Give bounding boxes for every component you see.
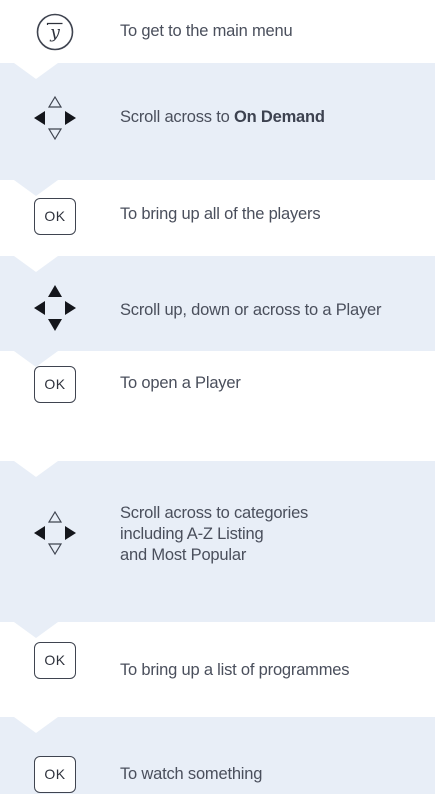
step-2-icon-cell — [0, 86, 110, 149]
ok-button-icon: OK — [34, 365, 76, 403]
step-1: y To get to the main menu — [0, 0, 435, 63]
step-4-icon-cell — [0, 283, 110, 333]
step-2-text-prefix: Scroll across to — [120, 108, 234, 126]
step-6-line-2: including A-Z Listing — [120, 525, 264, 543]
instruction-steps: y To get to the main menu Scroll across … — [0, 0, 435, 794]
step-8-text: To watch something — [120, 765, 263, 783]
dpad-all-icon — [34, 285, 76, 331]
step-4-notch — [14, 256, 58, 272]
step-8: OK To watch something — [0, 717, 435, 794]
step-6-line-3: and Most Popular — [120, 546, 247, 564]
step-8-icon-cell: OK — [0, 754, 110, 794]
step-6-notch — [14, 461, 58, 477]
step-3-icon-cell: OK — [0, 196, 110, 236]
step-7-icon-cell: OK — [0, 640, 110, 680]
step-3-notch — [14, 180, 58, 196]
step-3: OK To bring up all of the players — [0, 180, 435, 256]
step-5-icon-cell: OK — [0, 364, 110, 404]
ok-button-icon: OK — [34, 755, 76, 793]
dpad-left-right-icon — [34, 510, 76, 556]
step-4-text: Scroll up, down or across to a Player — [120, 301, 382, 319]
step-1-icon-cell: y — [0, 0, 110, 63]
step-3-text: To bring up all of the players — [120, 205, 321, 223]
step-7-notch — [14, 622, 58, 638]
ok-button-icon: OK — [34, 641, 76, 679]
ok-button-icon: OK — [34, 197, 76, 235]
step-7-text: To bring up a list of programmes — [120, 661, 350, 679]
step-4: Scroll up, down or across to a Player — [0, 256, 435, 351]
step-2-text: Scroll across to On Demand — [120, 107, 431, 128]
on-demand-label: On Demand — [233, 108, 325, 126]
step-2-notch — [14, 63, 58, 79]
step-6-icon-cell — [0, 508, 110, 558]
svg-text:y: y — [49, 23, 60, 43]
step-7: OK To bring up a list of programmes — [0, 622, 435, 717]
y-button-icon: y — [36, 13, 74, 50]
step-6-text: Scroll across to categories including A-… — [120, 503, 431, 566]
step-5-text: To open a Player — [120, 374, 241, 392]
step-5: OK To open a Player — [0, 351, 435, 461]
step-6-line-1: Scroll across to categories — [120, 504, 309, 522]
dpad-left-right-icon — [34, 95, 76, 140]
step-1-text: To get to the main menu — [120, 22, 293, 40]
step-6: Scroll across to categories including A-… — [0, 461, 435, 622]
step-2: Scroll across to On Demand — [0, 63, 435, 180]
step-8-notch — [14, 717, 58, 733]
